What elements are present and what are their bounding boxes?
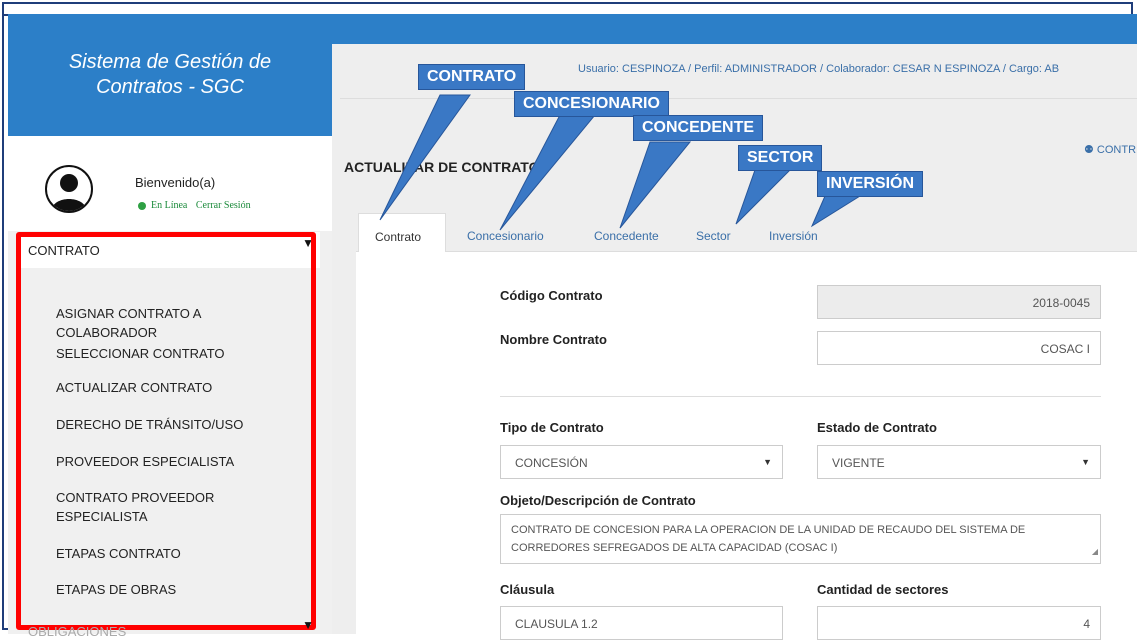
callout-sector: SECTOR bbox=[738, 145, 823, 171]
callout-pointer-concedente bbox=[619, 141, 692, 229]
callout-concedente: CONCEDENTE bbox=[633, 115, 764, 141]
callout-pointer-inversion bbox=[810, 195, 862, 228]
callout-contrato: CONTRATO bbox=[418, 64, 526, 90]
callout-concesionario: CONCESIONARIO bbox=[514, 91, 669, 117]
callout-inversion: INVERSIÓN bbox=[817, 171, 924, 197]
callout-pointer-sector bbox=[735, 169, 792, 225]
callout-pointer-concesionario bbox=[499, 114, 597, 231]
callout-pointer-contrato bbox=[379, 94, 471, 221]
